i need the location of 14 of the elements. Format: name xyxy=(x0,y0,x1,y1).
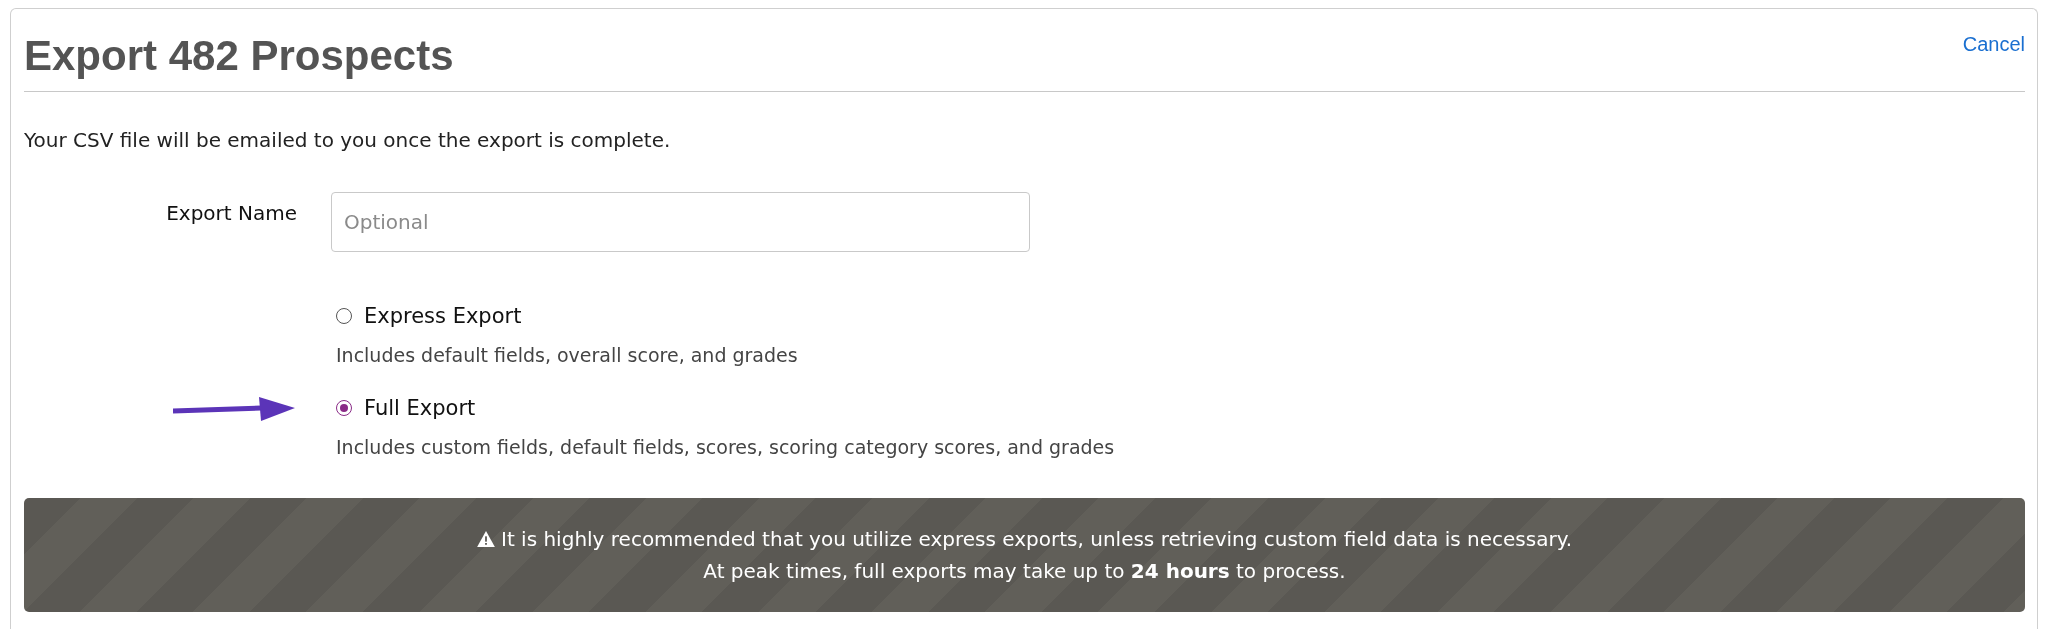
export-name-field[interactable]: Optional xyxy=(331,192,1030,252)
radio-option[interactable]: Full Export xyxy=(336,396,476,420)
warning-icon xyxy=(477,531,495,547)
cancel-link[interactable]: Cancel xyxy=(1962,33,2025,56)
warning-text: It is highly recommended that you utilize express exports, unless retrieving custom field data is necessary. xyxy=(501,527,1572,551)
radio-option[interactable]: Express Export xyxy=(336,304,522,328)
warning-text: At peak times, full exports may take up to 24 hours to process. xyxy=(703,559,1346,583)
dialog-title: Export 482 Prospects xyxy=(24,33,454,79)
radio-icon[interactable] xyxy=(336,308,352,324)
option-description: Includes custom fields, default fields, scores, scoring category scores, and grades xyxy=(336,436,1116,458)
option-description: Includes default fields, overall score, and grades xyxy=(336,344,799,366)
description-text: Your CSV file will be emailed to you once the export is complete. xyxy=(24,128,672,152)
radio-icon[interactable] xyxy=(336,400,352,416)
field-label: Export Name xyxy=(165,201,298,225)
